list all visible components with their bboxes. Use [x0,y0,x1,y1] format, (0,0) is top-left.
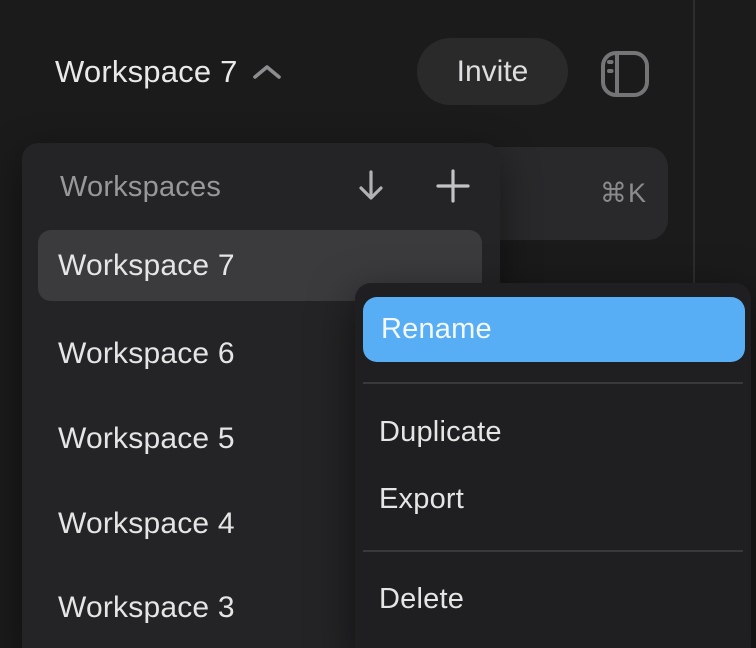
invite-button[interactable]: Invite [417,38,568,105]
sort-workspaces-button[interactable] [345,165,397,209]
workspace-item-label: Workspace 3 [38,591,235,625]
workspace-item-label: Workspace 7 [38,249,235,283]
context-menu-item-export[interactable]: Export [363,467,745,532]
sidebar-toggle-button[interactable] [600,51,650,99]
context-menu-item-rename[interactable]: Rename [363,297,745,362]
pane-divider [693,0,695,283]
context-menu-item-duplicate[interactable]: Duplicate [363,400,745,465]
context-menu-item-delete[interactable]: Delete [363,567,745,632]
workspace-item-label: Workspace 6 [38,337,235,371]
command-shortcut-badge: ⌘K [600,147,647,240]
sidebar-panel-icon [600,50,650,101]
workspace-item-label: Workspace 5 [38,422,235,456]
workspace-item-label: Workspace 4 [38,507,235,541]
add-workspace-button[interactable] [427,165,479,209]
menu-divider [363,550,743,552]
workspace-switcher[interactable]: Workspace 7 [55,52,282,92]
workspace-context-menu: Rename Duplicate Export Delete [355,283,751,648]
workspaces-header: Workspaces [22,165,500,209]
menu-divider [363,382,743,384]
arrow-down-icon [356,169,386,206]
workspaces-title: Workspaces [60,165,221,209]
chevron-up-icon [252,63,282,81]
plus-icon [436,169,470,206]
page-title: Workspace 7 [55,54,238,90]
